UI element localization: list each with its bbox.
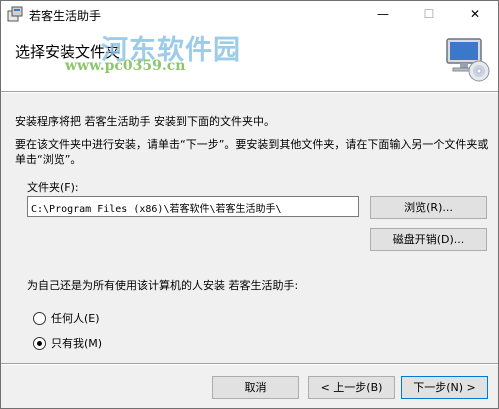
instruction-text: 要在该文件夹中进行安装，请单击“下一步”。要安装到其他文件夹，请在下面输入另一个…: [15, 138, 489, 166]
radio-just-me-label: 只有我(M): [51, 337, 103, 350]
minimize-button[interactable]: —: [360, 1, 406, 27]
intro-text: 安装程序将把 若客生活助手 安装到下面的文件夹中。: [15, 115, 275, 128]
folder-path-input[interactable]: C:\Program Files (x86)\若客软件\若客生活助手\: [27, 196, 359, 217]
installer-app-icon: [7, 6, 23, 22]
header-banner: 选择安装文件夹 河东软件园 www.pc0359.cn: [1, 27, 498, 91]
radio-everyone-circle[interactable]: [33, 311, 46, 325]
radio-everyone[interactable]: 任何人(E): [33, 310, 100, 326]
folder-label: 文件夹(F):: [27, 181, 79, 194]
footer-divider-highlight: [1, 364, 498, 365]
banner-divider-highlight: [1, 92, 498, 93]
installer-window: 若客生活助手 — ☐ ✕ 选择安装文件夹 河东软件园 www.pc0359.cn…: [0, 0, 499, 409]
watermark-url: www.pc0359.cn: [65, 58, 186, 74]
title-bar[interactable]: 若客生活助手 — ☐ ✕: [1, 1, 498, 27]
cancel-button[interactable]: 取消: [212, 376, 299, 399]
maximize-button[interactable]: ☐: [406, 1, 452, 27]
previous-button[interactable]: < 上一步(B): [308, 376, 395, 399]
radio-just-me[interactable]: 只有我(M): [33, 335, 102, 351]
install-for-question: 为自己还是为所有使用该计算机的人安装 若客生活助手:: [27, 279, 299, 292]
next-button[interactable]: 下一步(N) >: [401, 376, 488, 399]
window-title: 若客生活助手: [29, 9, 102, 23]
radio-just-me-circle[interactable]: [33, 336, 46, 350]
close-button[interactable]: ✕: [452, 1, 498, 27]
radio-everyone-label: 任何人(E): [51, 312, 100, 325]
computer-cd-icon: [446, 38, 490, 82]
browse-button[interactable]: 浏览(R)...: [370, 196, 487, 219]
disk-cost-button[interactable]: 磁盘开销(D)...: [370, 228, 487, 251]
